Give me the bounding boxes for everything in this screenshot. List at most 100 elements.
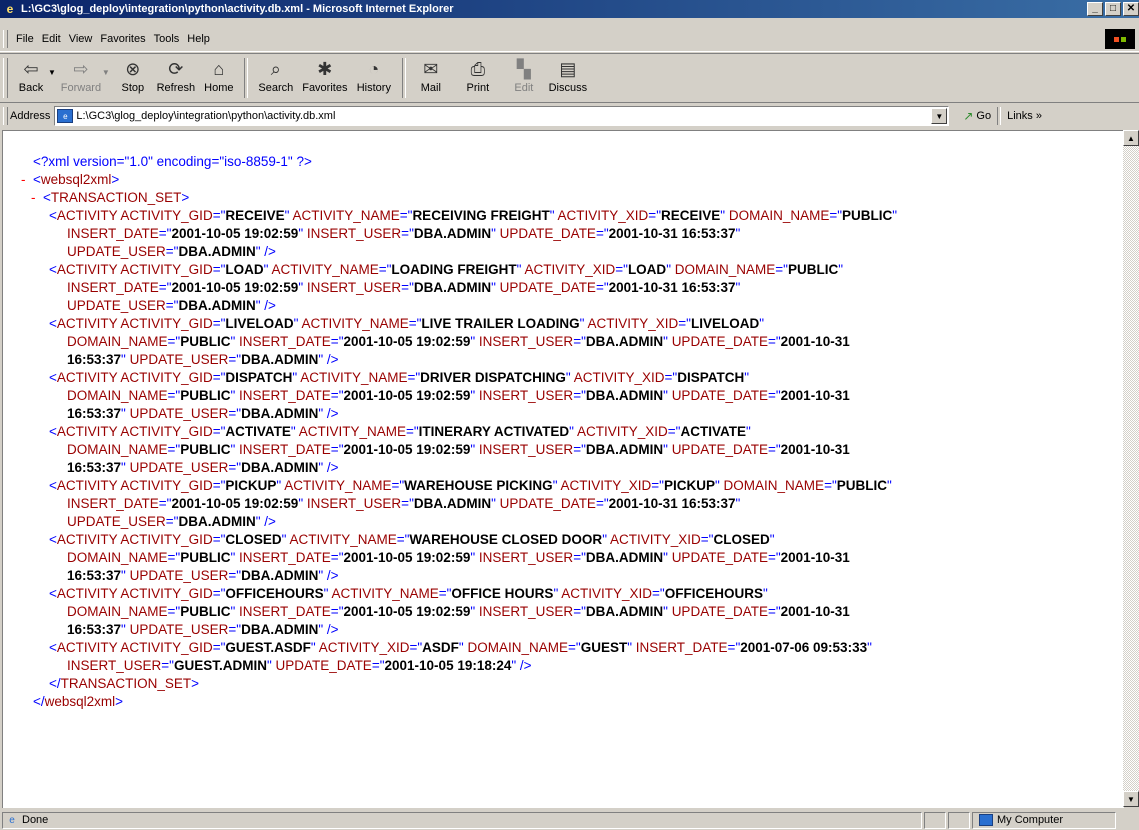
menu-favorites[interactable]: Favorites (98, 31, 151, 47)
menu-tools[interactable]: Tools (152, 31, 186, 47)
xml-markup: < (49, 586, 57, 601)
xml-markup: < (33, 172, 41, 187)
back-arrow-icon: ⇦ (23, 58, 39, 79)
xml-activity-line: DOMAIN_NAME="PUBLIC" INSERT_DATE="2001-1… (21, 441, 897, 459)
xml-attribute-value: LOADING FREIGHT (391, 262, 517, 277)
xml-activity-line: <ACTIVITY ACTIVITY_GID="GUEST.ASDF" ACTI… (21, 639, 897, 657)
xml-attribute-name: ACTIVITY_GID (120, 370, 213, 385)
xml-attribute-value: DBA.ADMIN (413, 226, 492, 241)
status-bar: e Done My Computer (0, 810, 1139, 830)
xml-attribute-value: PICKUP (663, 478, 715, 493)
addressbar-grip[interactable] (3, 107, 8, 125)
maximize-button[interactable]: □ (1105, 2, 1121, 16)
xml-markup: = (573, 604, 582, 619)
go-button[interactable]: ↗ Go (963, 109, 991, 123)
xml-attribute-name: UPDATE_USER (67, 244, 166, 259)
xml-markup: = (212, 586, 221, 601)
xml-tag-name: ACTIVITY (56, 370, 118, 385)
xml-attribute-name: DOMAIN_NAME (467, 640, 568, 655)
xml-attribute-value: DBA.ADMIN (178, 244, 256, 259)
browser-window: e L:\GC3\glog_deploy\integration\python\… (0, 0, 1139, 830)
xml-markup: " (458, 640, 464, 655)
xml-activity-line: <ACTIVITY ACTIVITY_GID="PICKUP" ACTIVITY… (21, 477, 897, 495)
windows-logo-icon (1105, 29, 1135, 49)
minimize-button[interactable]: _ (1087, 2, 1103, 16)
menu-file[interactable]: File (14, 31, 40, 47)
xml-attribute-value: 16:53:37 (67, 568, 122, 583)
edit-button[interactable]: ▚ Edit (506, 57, 542, 95)
xml-attribute-name: ACTIVITY_NAME (284, 478, 392, 493)
xml-attribute-value: WAREHOUSE PICKING (404, 478, 553, 493)
toolbar-grip[interactable] (3, 58, 8, 98)
forward-dropdown-icon[interactable]: ▼ (102, 68, 110, 77)
xml-attribute-value: DBA.ADMIN (241, 460, 319, 475)
xml-markup: " (838, 262, 843, 277)
xml-attribute-value: 2001-10-05 19:02:59 (343, 442, 471, 457)
xml-attribute-name: ACTIVITY_XID (561, 586, 653, 601)
xml-markup: = (775, 262, 784, 277)
xml-markup: " (735, 226, 741, 241)
menu-edit[interactable]: Edit (40, 31, 67, 47)
print-button[interactable]: ⎙ Print (450, 57, 506, 95)
xml-node-root: - <websql2xml> (21, 171, 897, 189)
xml-markup: < (49, 262, 57, 277)
xml-markup: /> (323, 622, 339, 637)
xml-attribute-name: DOMAIN_NAME (67, 550, 168, 565)
window-controls: _ □ ✕ (1085, 2, 1139, 16)
xml-attribute-name: INSERT_USER (67, 658, 162, 673)
xml-node-root-close: </websql2xml> (21, 693, 897, 711)
links-button[interactable]: Links » (1007, 110, 1042, 122)
xml-attribute-name: UPDATE_DATE (671, 334, 768, 349)
discuss-button[interactable]: ▤ Discuss (542, 57, 594, 95)
xml-attribute-name: DOMAIN_NAME (67, 388, 168, 403)
favorites-button[interactable]: ✱ Favorites (298, 57, 352, 95)
close-button[interactable]: ✕ (1123, 2, 1139, 16)
xml-attribute-value: PUBLIC (180, 442, 231, 457)
back-button[interactable]: ⇦ Back (14, 57, 48, 95)
stop-button[interactable]: ⊗ Stop (114, 57, 152, 95)
xml-tag-name: ACTIVITY (56, 424, 118, 439)
mail-button[interactable]: ✉ Mail (412, 57, 450, 95)
xml-attribute-value: 2001-10-05 19:02:59 (171, 496, 299, 511)
vertical-scrollbar[interactable]: ▲ ▼ (1123, 130, 1139, 807)
search-button[interactable]: ⌕ Search (254, 57, 298, 95)
xml-markup: = (401, 280, 410, 295)
scroll-up-button[interactable]: ▲ (1123, 130, 1139, 146)
xml-markup: = (330, 442, 339, 457)
xml-attribute-value: 2001-10-31 16:53:37 (608, 280, 736, 295)
xml-markup: = (573, 388, 582, 403)
xml-markup: > (111, 172, 120, 187)
refresh-button[interactable]: ⟳ Refresh (152, 57, 200, 95)
address-dropdown-button[interactable]: ▼ (931, 108, 948, 124)
xml-markup: = (212, 640, 221, 655)
xml-attribute-name: INSERT_USER (306, 496, 402, 511)
xml-attribute-value: LIVE TRAILER LOADING (421, 316, 580, 331)
xml-markup: = (330, 550, 339, 565)
address-input[interactable]: e L:\GC3\glog_deploy\integration\python\… (54, 106, 950, 126)
xml-attribute-value: DBA.ADMIN (585, 442, 664, 457)
xml-markup: = (158, 226, 167, 241)
forward-button[interactable]: ⇨ Forward (60, 57, 102, 95)
xml-attribute-name: INSERT_USER (478, 604, 574, 619)
collapse-toggle[interactable]: - (21, 171, 33, 189)
refresh-icon: ⟳ (168, 58, 184, 79)
xml-markup: < (49, 640, 57, 655)
xml-attribute-value: OFFICE HOURS (451, 586, 554, 601)
menu-bar: File Edit View Favorites Tools Help (0, 26, 1139, 52)
back-dropdown-icon[interactable]: ▼ (48, 68, 56, 77)
xml-attribute-name: UPDATE_USER (67, 298, 166, 313)
xml-attribute-value: PUBLIC (842, 208, 893, 223)
collapse-toggle[interactable]: - (31, 189, 43, 207)
history-button[interactable]: ◔ History (352, 57, 396, 95)
menu-help[interactable]: Help (185, 31, 216, 47)
xml-activity-line: <ACTIVITY ACTIVITY_GID="LIVELOAD" ACTIVI… (21, 315, 897, 333)
home-button[interactable]: ⌂ Home (200, 57, 238, 95)
menu-view[interactable]: View (67, 31, 99, 47)
menubar-grip[interactable] (3, 29, 8, 48)
scroll-down-button[interactable]: ▼ (1123, 791, 1139, 807)
xml-attribute-value: ASDF (422, 640, 459, 655)
xml-attribute-value: 2001-10-31 (780, 604, 850, 619)
xml-attribute-value: DBA.ADMIN (585, 604, 664, 619)
toolbar-separator (243, 58, 248, 98)
xml-attribute-name: INSERT_DATE (239, 604, 331, 619)
